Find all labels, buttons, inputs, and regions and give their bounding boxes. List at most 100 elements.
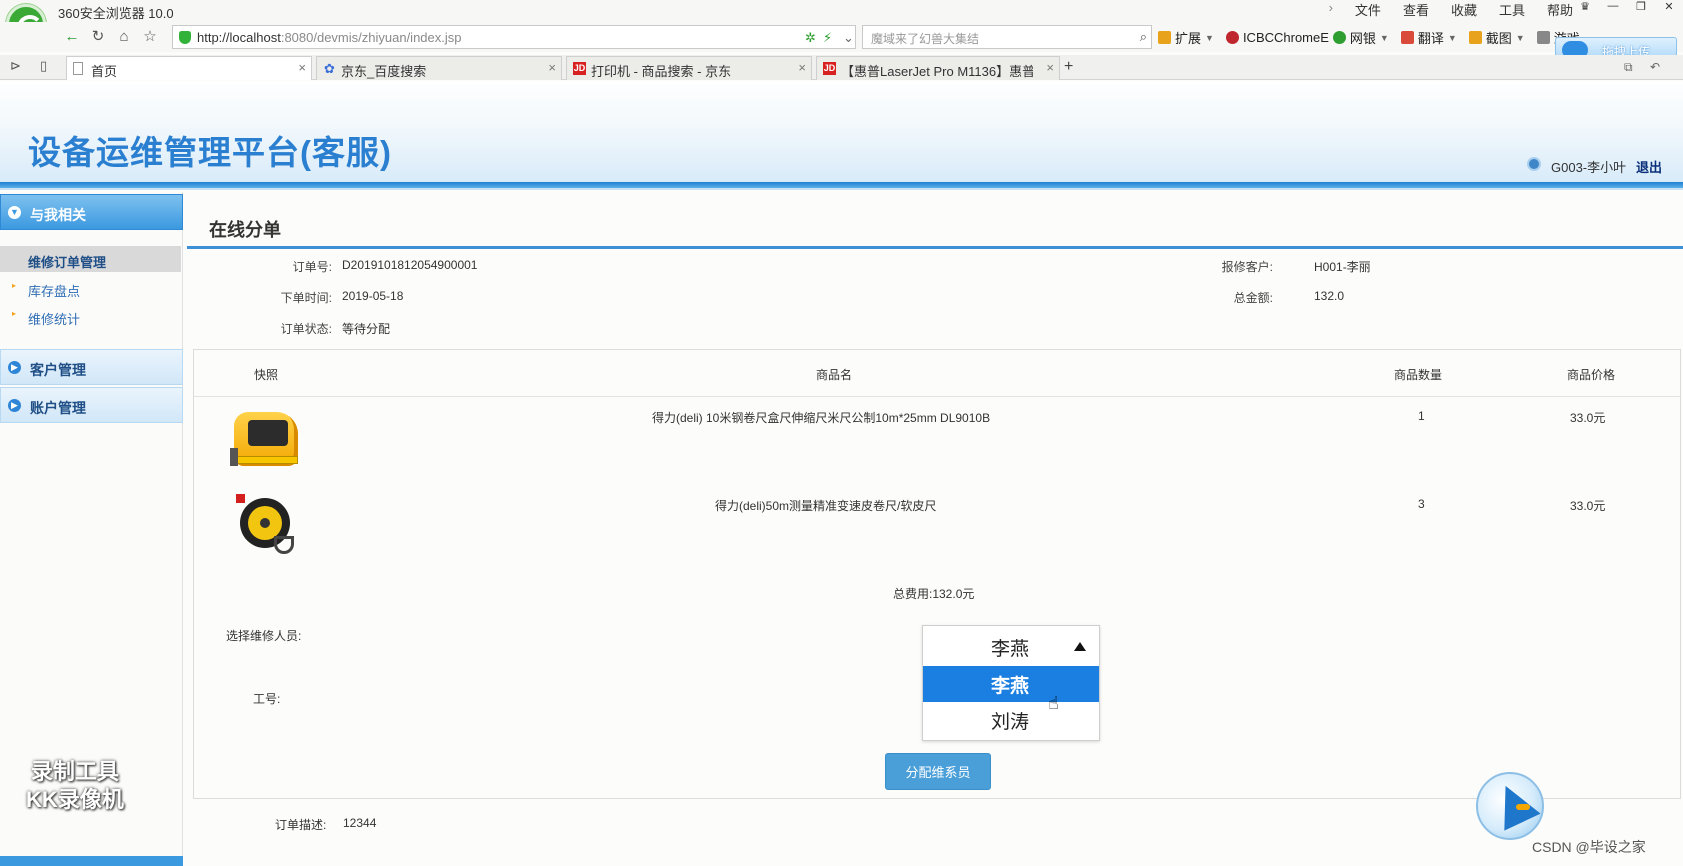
sidebar-toggle-icon[interactable]: ⊳ <box>10 58 21 74</box>
table-row-2-qty: 3 <box>1418 497 1425 511</box>
url-text[interactable]: http://localhost:8080/devmis/zhiyuan/ind… <box>197 30 462 45</box>
close-tab-icon[interactable]: × <box>1046 60 1054 75</box>
table-row-2-price: 33.0元 <box>1570 499 1606 513</box>
ext-screenshot[interactable]: 截图 <box>1486 28 1512 47</box>
baidu-paw-icon: ✿ <box>324 61 335 76</box>
menu-favorites[interactable]: 收藏 <box>1451 0 1477 19</box>
security-shield-icon <box>179 31 191 44</box>
csdn-watermark: CSDN @毕设之家 <box>1532 839 1646 855</box>
order-time-label: 下单时间: <box>280 291 332 305</box>
order-time-value: 2019-05-18 <box>342 289 404 303</box>
column-header-quantity: 商品数量 <box>1394 368 1443 382</box>
undo-close-icon[interactable]: ↶ <box>1650 60 1660 74</box>
table-row-1-name: 得力(deli) 10米钢卷尺盒尺伸缩尺米尺公制10m*25mm DL9010B <box>652 411 991 425</box>
bullet-icon: ▸ <box>12 309 17 318</box>
minimize-icon[interactable]: — <box>1599 0 1627 14</box>
search-icon[interactable]: ⌕ <box>1140 29 1147 45</box>
sidebar-group-accounts[interactable]: ▶ 账户管理 <box>0 387 183 423</box>
order-description-value: 12344 <box>343 816 377 830</box>
icbc-icon <box>1225 31 1239 44</box>
logout-link[interactable]: 退出 <box>1636 157 1662 176</box>
title-divider <box>187 246 1683 249</box>
back-icon[interactable]: ← <box>62 27 82 47</box>
bullet-icon: ▸ <box>12 281 17 290</box>
bank-icon <box>1332 31 1346 44</box>
address-bar[interactable]: http://localhost:8080/devmis/zhiyuan/ind… <box>172 25 856 49</box>
close-tab-icon[interactable]: × <box>548 60 556 75</box>
repairer-select[interactable]: 李燕 李燕 刘涛 <box>922 625 1100 741</box>
order-status-label: 订单状态: <box>280 322 332 336</box>
extension-bar: 扩展▼ ICBCChromeE 网银▼ 翻译▼ 截图▼ 游戏 <box>1158 28 1580 47</box>
header-divider-light <box>0 188 1683 190</box>
menu-view[interactable]: 查看 <box>1403 0 1429 19</box>
screenshot-icon <box>1468 31 1482 44</box>
tab-list-icon[interactable]: ▯ <box>40 58 47 74</box>
order-no-value: D2019101812054900001 <box>342 258 478 272</box>
arrow-down-icon: ▼ <box>8 206 21 219</box>
browser-title: 360安全浏览器 10.0 <box>58 6 174 21</box>
app-title: 设备运维管理平台(客服) <box>28 134 392 171</box>
page-title: 在线分单 <box>209 220 281 240</box>
tab-jd-hp[interactable]: JD 【惠普LaserJet Pro M1136】惠普 × <box>816 56 1060 80</box>
repairer-select-current[interactable]: 李燕 <box>923 626 1099 666</box>
sidebar-item-inventory[interactable]: ▸ 库存盘点 <box>0 275 181 301</box>
work-number-label: 工号: <box>253 692 281 706</box>
restore-tab-icon[interactable]: ⧉ <box>1624 60 1633 75</box>
game-icon <box>1536 31 1550 44</box>
tab-jd-printer[interactable]: JD 打印机 - 商品搜索 - 京东 × <box>566 56 812 80</box>
order-description-label: 订单描述: <box>275 818 327 832</box>
ext-bank[interactable]: 网银 <box>1350 28 1376 47</box>
ext-icbc[interactable]: ICBCChromeE <box>1243 30 1329 45</box>
home-icon[interactable]: ⌂ <box>114 27 134 47</box>
arrow-right-icon: ▶ <box>8 361 21 374</box>
column-header-product-name: 商品名 <box>816 368 853 382</box>
total-amount-value: 132.0 <box>1314 289 1345 303</box>
table-row-1-price: 33.0元 <box>1570 411 1606 425</box>
new-tab-button[interactable]: + <box>1064 58 1073 76</box>
favorite-star-icon[interactable]: ☆ <box>140 27 160 47</box>
bird-logo-icon <box>1476 772 1544 840</box>
table-row-2-name: 得力(deli)50m测量精准变速皮卷尺/软皮尺 <box>715 499 937 513</box>
steel-tape-measure-image <box>230 406 300 470</box>
jd-icon: JD <box>823 62 836 75</box>
sidebar-bottom-bar <box>0 856 183 866</box>
order-no-label: 订单号: <box>292 260 332 274</box>
close-tab-icon[interactable]: × <box>798 60 806 75</box>
total-fee: 总费用:132.0元 <box>893 587 975 601</box>
sidebar-item-repair-stats[interactable]: ▸ 维修统计 <box>0 303 181 329</box>
tab-home[interactable]: 首页 × <box>66 56 312 80</box>
speed-mode-icon[interactable]: ⚡ <box>823 30 832 46</box>
ext-extensions[interactable]: 扩展 <box>1175 28 1201 47</box>
menu-help[interactable]: 帮助 <box>1547 0 1573 19</box>
url-dropdown-icon[interactable]: ⌄ <box>843 30 854 46</box>
menu-file[interactable]: 文件 <box>1355 0 1381 19</box>
skin-icon[interactable]: ♛ <box>1571 0 1599 14</box>
assign-repairer-button[interactable]: 分配维系员 <box>885 753 991 790</box>
total-amount-label: 总金额: <box>1233 291 1273 305</box>
close-tab-icon[interactable]: × <box>298 60 306 75</box>
order-status-value: 等待分配 <box>342 322 391 336</box>
leather-tape-measure-image <box>236 494 298 560</box>
restore-icon[interactable]: ❐ <box>1627 0 1655 14</box>
user-icon <box>1527 157 1541 171</box>
ext-translate[interactable]: 翻译 <box>1418 28 1444 47</box>
tab-baidu[interactable]: ✿ 京东_百度搜索 × <box>316 56 562 80</box>
repairer-option-liu-tao[interactable]: 刘涛 <box>923 702 1099 738</box>
close-window-icon[interactable]: ✕ <box>1655 0 1683 14</box>
extensions-icon <box>1158 31 1171 44</box>
jd-icon: JD <box>573 62 586 75</box>
compat-mode-icon[interactable]: ✲ <box>805 30 816 46</box>
repairer-option-li-yan[interactable]: 李燕 <box>923 666 1099 702</box>
select-repairer-label: 选择维修人员: <box>226 629 302 643</box>
table-header-divider <box>194 396 1680 397</box>
search-box[interactable]: 魔域来了幻兽大集结 ⌕ <box>862 25 1152 49</box>
sidebar-group-customers[interactable]: ▶ 客户管理 <box>0 349 183 385</box>
table-row-1-qty: 1 <box>1418 409 1425 423</box>
sidebar-item-repair-orders[interactable]: 维修订单管理 <box>0 246 181 272</box>
chevron-right-icon[interactable]: › <box>1329 0 1333 19</box>
menu-tools[interactable]: 工具 <box>1499 0 1525 19</box>
sidebar-group-mine[interactable]: ▼ 与我相关 <box>0 194 183 230</box>
recorder-watermark: 录制工具 KK录像机 <box>26 759 124 812</box>
column-header-price: 商品价格 <box>1567 368 1616 382</box>
refresh-icon[interactable]: ↻ <box>88 27 108 47</box>
